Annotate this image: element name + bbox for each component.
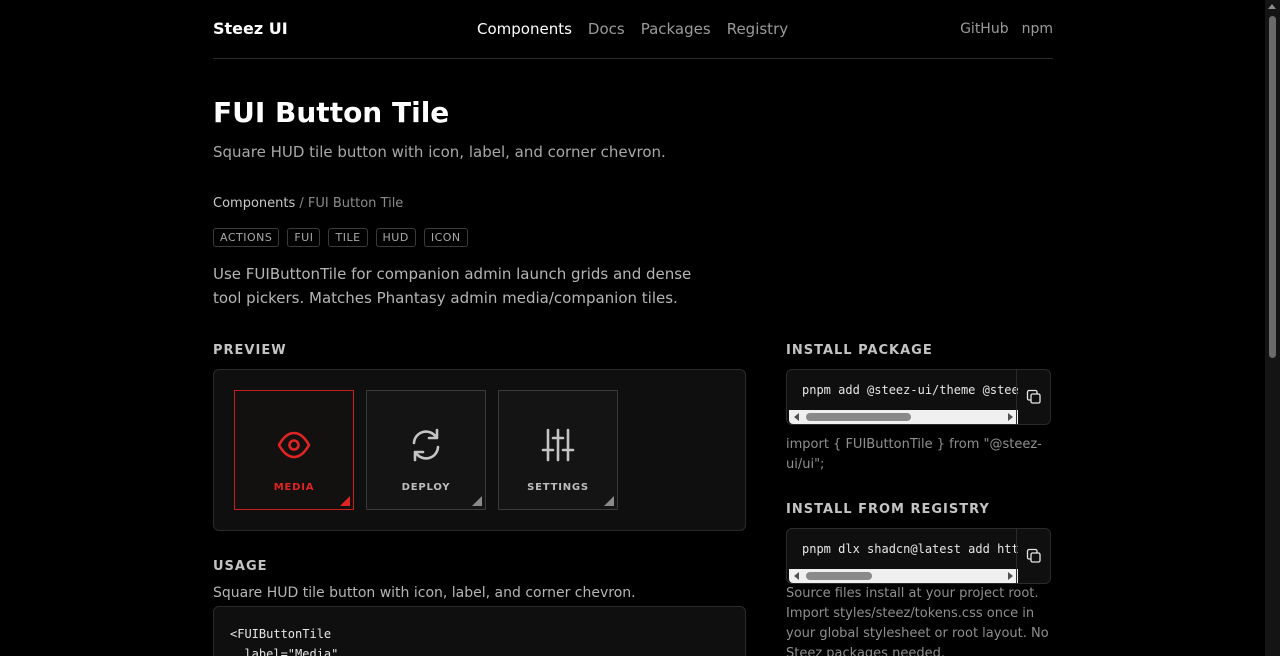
sliders-icon xyxy=(541,428,575,462)
nav-registry[interactable]: Registry xyxy=(727,20,788,38)
horizontal-scrollbar[interactable] xyxy=(789,569,1018,583)
usage-code-block: <FUIButtonTile label="Media" xyxy=(213,606,746,656)
tile-label: DEPLOY xyxy=(401,482,451,493)
scroll-left-arrow-icon[interactable] xyxy=(794,413,799,421)
usage-description: Square HUD tile button with icon, label,… xyxy=(213,585,636,601)
usage-heading: USAGE xyxy=(213,559,268,574)
page-subtitle: Square HUD tile button with icon, label,… xyxy=(213,143,666,161)
tile-label: SETTINGS xyxy=(527,482,589,493)
brand-logo[interactable]: Steez UI xyxy=(213,19,288,38)
install-registry-command-box: pnpm dlx shadcn@latest add https:// xyxy=(786,528,1051,584)
copy-registry-command-button[interactable] xyxy=(1016,529,1050,583)
breadcrumb-components-link[interactable]: Components xyxy=(213,196,295,211)
tag-tile: TILE xyxy=(328,228,368,247)
breadcrumb-current: FUI Button Tile xyxy=(307,196,404,211)
tile-deploy-button[interactable]: DEPLOY xyxy=(366,390,486,510)
tag-hud: HUD xyxy=(375,228,416,247)
page-scrollbar-thumb[interactable] xyxy=(1269,16,1276,358)
scroll-up-arrow-icon[interactable] xyxy=(1268,4,1276,9)
preview-panel: MEDIA DEPLOY SETTINGS xyxy=(213,369,746,531)
tag-icon: ICON xyxy=(423,228,468,247)
tag-actions: ACTIONS xyxy=(213,228,280,247)
scrollbar-thumb[interactable] xyxy=(806,572,872,580)
registry-install-note: Source files install at your project roo… xyxy=(786,586,1049,656)
npm-link[interactable]: npm xyxy=(1022,21,1053,37)
install-package-heading: INSTALL PACKAGE xyxy=(786,343,933,358)
nav-components[interactable]: Components xyxy=(477,20,572,38)
scrollbar-thumb[interactable] xyxy=(806,413,911,421)
page-title: FUI Button Tile xyxy=(213,96,450,129)
copy-icon xyxy=(1026,389,1041,404)
install-registry-heading: INSTALL FROM REGISTRY xyxy=(786,502,990,517)
tag-list: ACTIONS FUI TILE HUD ICON xyxy=(213,228,468,247)
copy-icon xyxy=(1026,548,1041,563)
corner-chevron-icon xyxy=(604,496,614,506)
main-nav: Components Docs Packages Registry xyxy=(477,20,788,38)
scroll-right-arrow-icon[interactable] xyxy=(1008,413,1013,421)
page-scrollbar[interactable] xyxy=(1265,0,1280,656)
github-link[interactable]: GitHub xyxy=(960,21,1009,37)
install-package-command[interactable]: pnpm add @steez-ui/theme @steez-ui/ui xyxy=(802,383,1018,397)
top-navbar: Steez UI Components Docs Packages Regist… xyxy=(213,0,1053,59)
install-package-command-box: pnpm add @steez-ui/theme @steez-ui/ui xyxy=(786,369,1051,425)
breadcrumb: Components / FUI Button Tile xyxy=(213,196,403,211)
corner-chevron-icon xyxy=(472,496,482,506)
install-registry-command[interactable]: pnpm dlx shadcn@latest add https:// xyxy=(802,542,1018,556)
scroll-left-arrow-icon[interactable] xyxy=(794,572,799,580)
copy-package-command-button[interactable] xyxy=(1016,370,1050,424)
code-line: <FUIButtonTile xyxy=(230,627,332,641)
breadcrumb-separator: / xyxy=(295,196,308,211)
corner-chevron-icon xyxy=(340,496,350,506)
scroll-right-arrow-icon[interactable] xyxy=(1008,572,1013,580)
tile-settings-button[interactable]: SETTINGS xyxy=(498,390,618,510)
code-line: label="Media" xyxy=(230,647,339,656)
refresh-icon xyxy=(412,428,440,462)
external-links: GitHub npm xyxy=(960,21,1053,37)
tile-label: MEDIA xyxy=(273,482,315,493)
nav-docs[interactable]: Docs xyxy=(588,20,625,38)
import-note: import { FUIButtonTile } from "@steez-ui… xyxy=(786,437,1042,472)
tag-fui: FUI xyxy=(287,228,321,247)
preview-heading: PREVIEW xyxy=(213,343,287,358)
component-description: Use FUIButtonTile for companion admin la… xyxy=(213,265,692,307)
tile-media-button[interactable]: MEDIA xyxy=(234,390,354,510)
nav-packages[interactable]: Packages xyxy=(641,20,711,38)
horizontal-scrollbar[interactable] xyxy=(789,410,1018,424)
eye-icon xyxy=(277,431,311,459)
